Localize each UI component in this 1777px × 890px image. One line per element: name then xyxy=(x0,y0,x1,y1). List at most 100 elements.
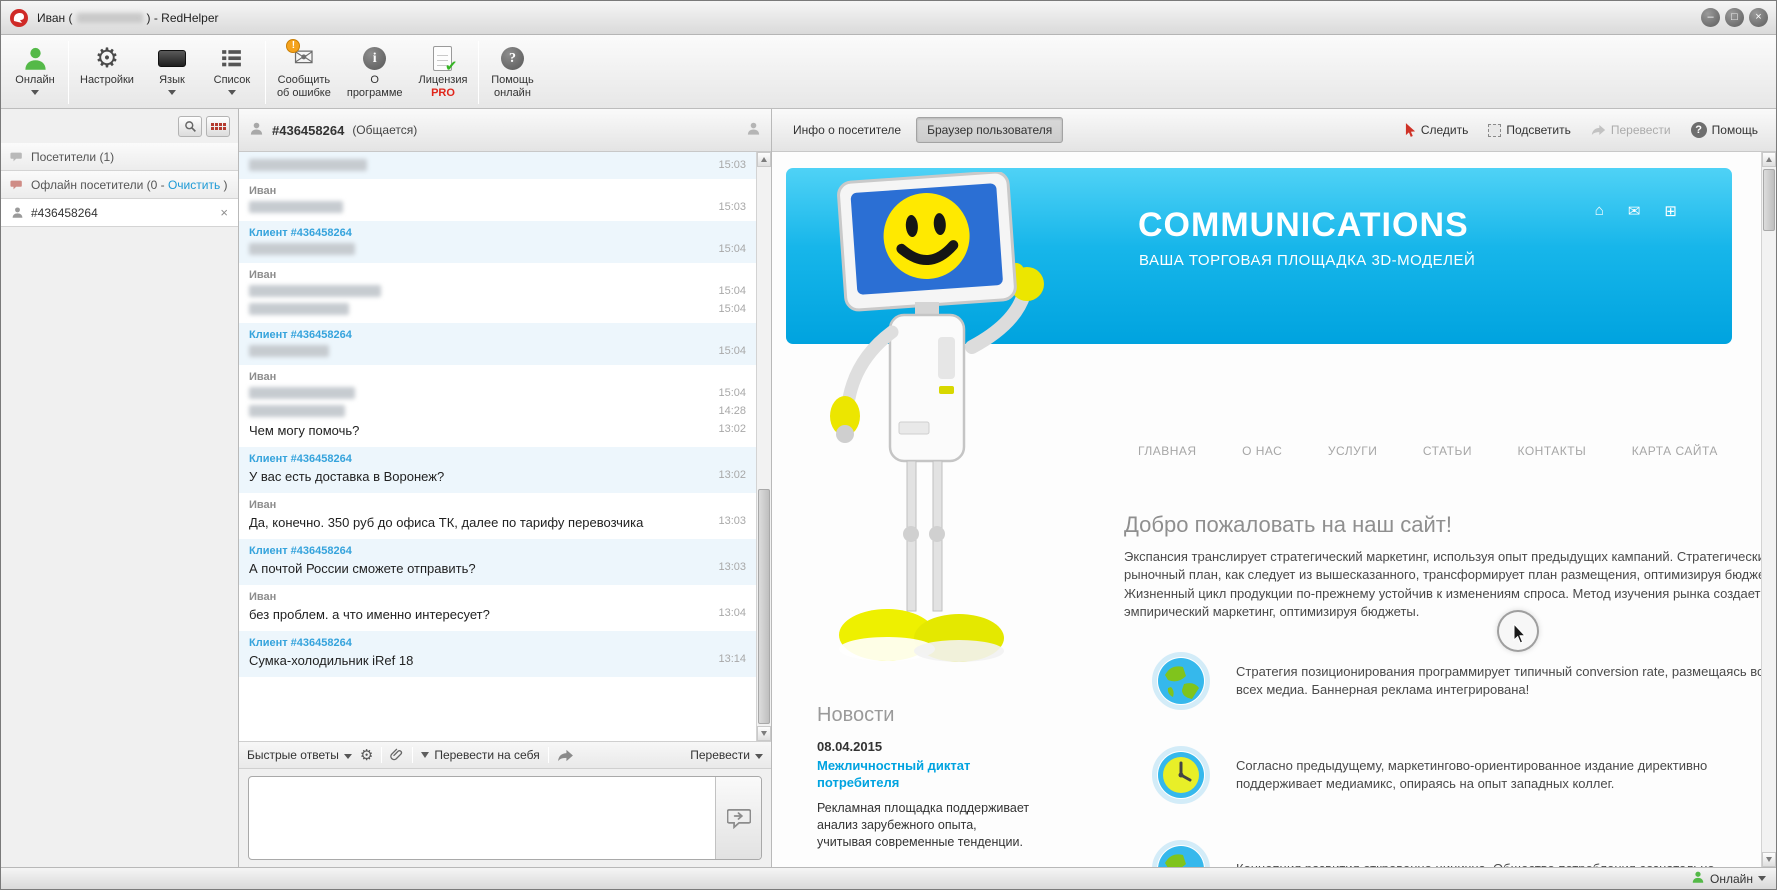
chevron-down-icon[interactable] xyxy=(1758,876,1766,881)
highlight-button[interactable]: Подсветить xyxy=(1480,119,1579,141)
blurred-message-text xyxy=(249,303,349,315)
info-icon: i xyxy=(363,42,387,74)
statusbar-status[interactable]: Онлайн xyxy=(1710,872,1753,886)
check-icon: ✔ xyxy=(444,57,458,75)
toolbar-separator xyxy=(264,41,266,104)
help-button[interactable]: ? Помощь xyxy=(1683,118,1766,142)
visitor-person-icon xyxy=(746,121,761,139)
message-author-label: Иван xyxy=(249,371,277,383)
globe-icon xyxy=(1152,840,1210,867)
globe-icon xyxy=(1152,652,1210,710)
close-button[interactable]: × xyxy=(1749,8,1768,27)
message-timestamp: 13:14 xyxy=(718,653,746,665)
send-message-icon xyxy=(726,808,751,829)
nav-item[interactable]: КОНТАКТЫ xyxy=(1517,444,1586,458)
list-button[interactable]: Список xyxy=(202,37,262,108)
scroll-thumb[interactable] xyxy=(1763,169,1775,231)
minimize-button[interactable]: – xyxy=(1701,8,1720,27)
scroll-up-icon[interactable] xyxy=(1762,152,1776,167)
online-person-icon xyxy=(22,42,49,74)
tab-user-browser[interactable]: Браузер пользователя xyxy=(916,117,1064,143)
message-line: 15:04 xyxy=(249,300,746,318)
attach-file-button[interactable] xyxy=(390,748,404,762)
nav-item[interactable]: СТАТЬИ xyxy=(1423,444,1472,458)
sidebar-item-visitors[interactable]: Посетители (1) xyxy=(1,143,238,171)
message-input[interactable] xyxy=(249,777,715,859)
online-status-button[interactable]: Онлайн xyxy=(5,37,65,108)
nav-item[interactable]: УСЛУГИ xyxy=(1328,444,1378,458)
welcome-paragraph: Экспансия транслирует стратегический мар… xyxy=(1124,549,1761,620)
gear-icon: ⚙ xyxy=(359,747,374,764)
tab-visitor-info[interactable]: Инфо о посетителе xyxy=(782,117,912,143)
visitors-sidebar: Посетители (1) Офлайн посетители (0 - Оч… xyxy=(1,109,239,867)
quick-replies-button[interactable]: Быстрые ответы xyxy=(247,748,352,762)
blurred-message-text xyxy=(249,201,343,213)
redhelper-logo-icon xyxy=(9,8,29,28)
quick-replies-settings-button[interactable]: ⚙ xyxy=(360,746,373,764)
person-icon xyxy=(9,206,25,219)
clear-offline-link[interactable]: Очистить xyxy=(168,178,220,192)
nav-item[interactable]: О НАС xyxy=(1242,444,1282,458)
message-line: 15:04 xyxy=(249,384,746,402)
home-icon[interactable]: ⌂ xyxy=(1595,202,1604,220)
forward-arrow-icon xyxy=(557,749,573,761)
message-line: 15:04 xyxy=(249,342,746,360)
browser-scrollbar[interactable] xyxy=(1761,152,1776,867)
sidebar-item-offline-visitors[interactable]: Офлайн посетители (0 - Очистить ) xyxy=(1,171,238,199)
license-document-icon: ✔ xyxy=(433,42,457,75)
report-error-button[interactable]: ✉ ! Сообщить об ошибке xyxy=(269,37,339,108)
message-text: без проблем. а что именно интересует? xyxy=(249,607,490,622)
message-author-label: Иван xyxy=(249,269,277,281)
forward-chat-button[interactable] xyxy=(557,749,574,762)
nav-item[interactable]: ГЛАВНАЯ xyxy=(1138,444,1197,458)
question-icon: ? xyxy=(500,42,524,74)
scroll-down-icon[interactable] xyxy=(1762,852,1776,867)
license-button[interactable]: ✔ Лицензия PRO xyxy=(411,37,476,108)
chat-scrollbar[interactable] xyxy=(756,152,771,741)
titlebar: Иван () - RedHelper – □ × xyxy=(1,1,1776,35)
scroll-down-icon[interactable] xyxy=(757,726,771,741)
about-button[interactable]: i О программе xyxy=(339,37,411,108)
report-error-icon: ✉ ! xyxy=(286,39,314,74)
online-help-button[interactable]: ? Помощь онлайн xyxy=(482,37,542,108)
blurred-message-text xyxy=(249,159,367,171)
maximize-button[interactable]: □ xyxy=(1725,8,1744,27)
gear-icon: ⚙ xyxy=(94,43,120,73)
message-line: 15:04 xyxy=(249,240,746,258)
news-heading: Новости xyxy=(817,704,895,726)
transfer-to-self-button[interactable]: Перевести на себя xyxy=(421,748,540,762)
sitemap-icon[interactable]: ⊞ xyxy=(1664,202,1677,220)
settings-button[interactable]: ⚙ Настройки xyxy=(72,37,142,108)
news-link[interactable]: Межличностный диктат потребителя xyxy=(817,758,1032,792)
close-chat-icon[interactable]: × xyxy=(218,205,230,220)
message-timestamp: 13:02 xyxy=(718,423,746,435)
nav-item[interactable]: КАРТА САЙТА xyxy=(1632,444,1718,458)
scroll-thumb[interactable] xyxy=(758,489,770,724)
welcome-heading: Добро пожаловать на наш сайт! xyxy=(1124,512,1452,537)
keyboard-button[interactable] xyxy=(206,115,230,137)
message-line: У вас есть доставка в Воронеж? 13:02 xyxy=(249,466,746,488)
chat-message: Клиент #436458264 15:04 xyxy=(239,221,756,263)
feature-text: Стратегия позиционирования программирует… xyxy=(1236,663,1761,697)
search-button[interactable] xyxy=(178,115,202,137)
message-author-label: Клиент #436458264 xyxy=(249,637,352,649)
chat-message: Иван 15:04 15:04 xyxy=(239,263,756,323)
sidebar-item-visitor-436458264[interactable]: #436458264 × xyxy=(1,199,238,227)
message-line: 14:28 xyxy=(249,402,746,420)
message-timestamp: 15:04 xyxy=(718,243,746,255)
message-timestamp: 14:28 xyxy=(718,405,746,417)
follow-button[interactable]: Следить xyxy=(1397,119,1477,142)
message-author-label: Иван xyxy=(249,499,277,511)
news-text: Рекламная площадка поддерживает анализ з… xyxy=(817,800,1030,849)
translate-button[interactable]: Перевести xyxy=(1583,119,1679,141)
mail-icon[interactable]: ✉ xyxy=(1628,202,1641,220)
scroll-up-icon[interactable] xyxy=(757,152,771,167)
redhelper-window: Иван () - RedHelper – □ × Онлайн ⚙ Настр… xyxy=(0,0,1777,890)
message-text: У вас есть доставка в Воронеж? xyxy=(249,469,445,484)
message-author-label: Клиент #436458264 xyxy=(249,545,352,557)
blurred-message-text xyxy=(249,345,329,357)
send-button[interactable] xyxy=(715,777,761,859)
banner-icons: ⌂ ✉ ⊞ xyxy=(1595,202,1677,220)
transfer-button[interactable]: Перевести xyxy=(690,748,763,762)
language-button[interactable]: Язык xyxy=(142,37,202,108)
